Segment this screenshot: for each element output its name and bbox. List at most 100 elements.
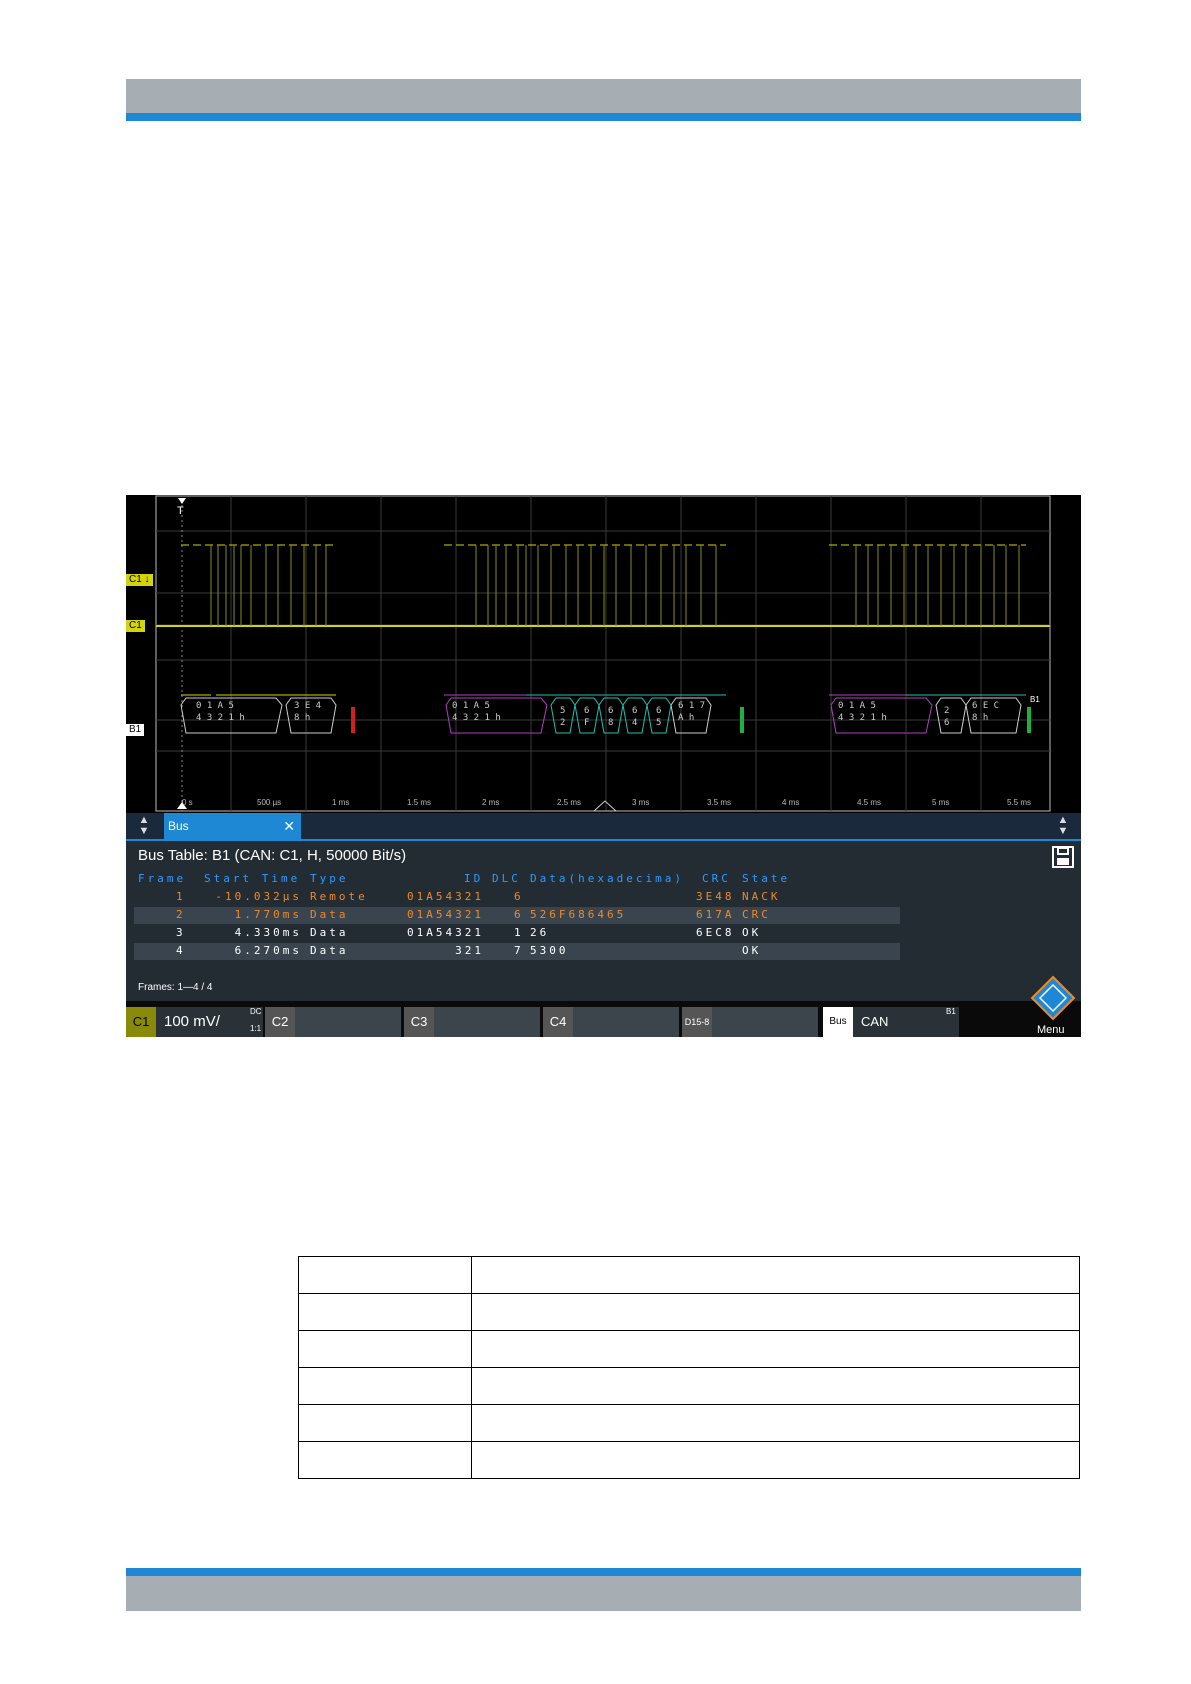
decode-label: 6F bbox=[584, 705, 589, 729]
c1-channel-label[interactable]: C1 bbox=[126, 620, 145, 632]
col-frame[interactable]: Frame bbox=[138, 872, 186, 885]
time-tick: 3 ms bbox=[632, 798, 650, 807]
table-row bbox=[298, 1330, 1080, 1368]
c3-status-block[interactable]: C3 bbox=[404, 1007, 540, 1037]
decode-label-top: 3 E 4 bbox=[294, 701, 322, 711]
decode-label: 68 bbox=[608, 705, 613, 729]
decode-label-bottom: A h bbox=[678, 713, 695, 723]
cell-dlc: 7 bbox=[514, 944, 524, 957]
decode-label-top: 2 bbox=[944, 706, 950, 716]
decode-label: 6 E C 8 h bbox=[972, 700, 999, 724]
table-row bbox=[298, 1441, 1080, 1479]
c4-chip: C4 bbox=[543, 1007, 573, 1037]
cell-crc: 617A bbox=[696, 908, 735, 921]
table-cell bbox=[298, 1293, 472, 1331]
decode-label: 3 E 4 8 h bbox=[294, 700, 321, 724]
table-row bbox=[298, 1293, 1080, 1331]
table-row[interactable]: 2 1.770ms Data 01A54321 6 526F686465 617A CRC bbox=[134, 907, 900, 924]
menu-button[interactable]: Menu bbox=[1028, 975, 1078, 1037]
table-cell bbox=[298, 1441, 472, 1479]
c2-chip: C2 bbox=[265, 1007, 295, 1037]
decode-label-bottom: 8 h bbox=[972, 713, 989, 723]
page-footer-accent bbox=[126, 1568, 1081, 1576]
cell-frame: 2 bbox=[176, 908, 186, 921]
table-cell bbox=[471, 1330, 1080, 1368]
time-tick: 5.5 ms bbox=[1007, 798, 1032, 807]
c1-chip: C1 bbox=[126, 1007, 156, 1037]
decode-label-bottom: 8 bbox=[608, 718, 614, 728]
bus-table-header: Frame Start Time Type ID DLC Data(hexade… bbox=[134, 871, 900, 888]
c1-status-block[interactable]: C1 100 mV/ DC 1:1 bbox=[126, 1007, 263, 1037]
col-id[interactable]: ID bbox=[464, 872, 483, 885]
page-header-accent bbox=[126, 113, 1081, 121]
decode-label: 26 bbox=[944, 705, 949, 729]
time-tick: 5 ms bbox=[932, 798, 950, 807]
decode-label-top: 5 bbox=[560, 706, 566, 716]
cell-start: 6.270ms bbox=[234, 944, 302, 957]
save-icon[interactable] bbox=[1051, 845, 1075, 869]
bus-chip: Bus bbox=[823, 1007, 853, 1037]
oscilloscope-screenshot: C1 ↓ C1 B1 T B1 0 1 A 5 4 3 2 1 h 3 E 4 8 h… bbox=[126, 495, 1081, 1037]
col-start-time[interactable]: Start Time bbox=[204, 872, 300, 885]
c1-ratio: 1:1 bbox=[250, 1024, 262, 1033]
cell-type: Data bbox=[310, 908, 349, 921]
bus-id: B1 bbox=[946, 1007, 956, 1016]
cell-id: 01A54321 bbox=[407, 890, 484, 903]
cell-start: 4.330ms bbox=[234, 926, 302, 939]
page-header-bar bbox=[126, 79, 1081, 113]
table-cell bbox=[471, 1367, 1080, 1405]
content-table bbox=[298, 1256, 1080, 1479]
cell-data: 5300 bbox=[530, 944, 569, 957]
trigger-marker[interactable]: T bbox=[177, 505, 184, 517]
cell-type: Remote bbox=[310, 890, 368, 903]
c2-status-block[interactable]: C2 bbox=[265, 1007, 401, 1037]
cell-id: 01A54321 bbox=[407, 926, 484, 939]
decode-label-bottom: 8 h bbox=[294, 713, 311, 723]
bus-table-title: Bus Table: B1 (CAN: C1, H, 50000 Bit/s) bbox=[138, 847, 407, 864]
close-icon[interactable]: ✕ bbox=[283, 813, 295, 839]
time-tick: 0 s bbox=[182, 798, 193, 807]
c4-status-block[interactable]: C4 bbox=[543, 1007, 679, 1037]
decode-label-top: 0 1 A 5 bbox=[838, 701, 876, 711]
page-footer-bar bbox=[126, 1576, 1081, 1611]
cell-crc: 3E48 bbox=[696, 890, 735, 903]
time-tick: 2.5 ms bbox=[557, 798, 582, 807]
table-row bbox=[298, 1256, 1080, 1294]
digital-status-block[interactable]: D15-8 bbox=[682, 1007, 818, 1037]
cell-id: 01A54321 bbox=[407, 908, 484, 921]
time-tick: 3.5 ms bbox=[707, 798, 732, 807]
bus-table-panel: Bus Table: B1 (CAN: C1, H, 50000 Bit/s) … bbox=[126, 841, 1081, 1001]
col-state[interactable]: State bbox=[742, 872, 790, 885]
table-cell bbox=[298, 1404, 472, 1442]
time-tick: 1.5 ms bbox=[407, 798, 432, 807]
table-cell bbox=[471, 1256, 1080, 1294]
c1-offset-label[interactable]: C1 ↓ bbox=[126, 574, 153, 586]
decode-label: 0 1 A 5 4 3 2 1 h bbox=[838, 700, 887, 724]
cell-state: NACK bbox=[742, 890, 781, 903]
decode-label: 0 1 A 5 4 3 2 1 h bbox=[452, 700, 501, 724]
col-type[interactable]: Type bbox=[310, 872, 349, 885]
frames-count: Frames: 1—4 / 4 bbox=[138, 982, 213, 993]
col-dlc[interactable]: DLC bbox=[492, 872, 521, 885]
tab-scroll-icon[interactable]: ▲ ▼ bbox=[134, 815, 154, 837]
tab-bus[interactable]: Bus ✕ bbox=[164, 813, 301, 839]
decode-label: 0 1 A 5 4 3 2 1 h bbox=[196, 700, 245, 724]
col-crc[interactable]: CRC bbox=[702, 872, 731, 885]
table-row[interactable]: 3 4.330ms Data 01A54321 1 26 6EC8 OK bbox=[134, 925, 900, 942]
cell-type: Data bbox=[310, 944, 349, 957]
col-data[interactable]: Data(hexadecima) bbox=[530, 872, 684, 885]
cell-dlc: 6 bbox=[514, 908, 524, 921]
bus-status-block[interactable]: Bus CAN B1 bbox=[823, 1007, 959, 1037]
b1-bus-label[interactable]: B1 bbox=[126, 724, 145, 736]
panel-resize-icon[interactable]: ▲ ▼ bbox=[1053, 815, 1073, 837]
c1-coupling: DC bbox=[250, 1007, 262, 1016]
table-row[interactable]: 1 -10.032µs Remote 01A54321 6 3E48 NACK bbox=[134, 889, 900, 906]
decode-label-bottom: 4 bbox=[632, 718, 638, 728]
decode-label: 64 bbox=[632, 705, 637, 729]
result-tab-bar: ▲ ▼ Bus ✕ ▲ ▼ bbox=[126, 813, 1081, 841]
rs-logo-icon bbox=[1030, 975, 1076, 1021]
decode-label-bottom: 4 3 2 1 h bbox=[196, 713, 245, 723]
c3-chip: C3 bbox=[404, 1007, 434, 1037]
digital-chip: D15-8 bbox=[682, 1007, 712, 1037]
table-row[interactable]: 4 6.270ms Data 321 7 5300 OK bbox=[134, 943, 900, 960]
